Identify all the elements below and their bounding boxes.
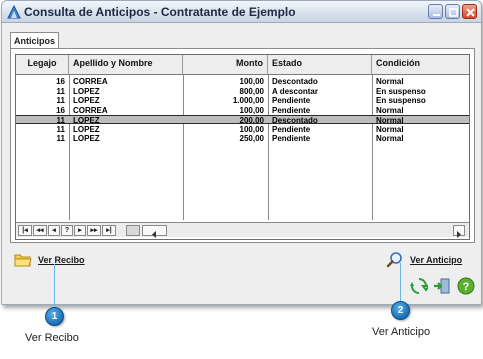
nav-next-page-button[interactable]: ▸▸ <box>87 225 101 236</box>
callout-label-2: Ver Anticipo <box>372 326 431 338</box>
action-bar: Ver Recibo Ver Anticipo <box>10 244 475 274</box>
ver-recibo-label: Ver Recibo <box>38 255 85 265</box>
scroll-right-icon <box>457 231 461 238</box>
cell-estado: A descontar <box>272 86 318 96</box>
app-icon <box>7 4 21 19</box>
table-row[interactable]: 11 LOPEZ 800,00 A descontar En suspenso <box>16 86 469 96</box>
ver-recibo-button[interactable]: Ver Recibo <box>14 250 85 270</box>
cell-monto: 800,00 <box>239 86 264 96</box>
window-title: Consulta de Anticipos - Contratante de E… <box>24 5 296 19</box>
table-row[interactable]: 16 CORREA 100,00 Pendiente Normal <box>16 105 469 115</box>
cell-apellido: LOPEZ <box>73 86 100 96</box>
cell-legajo: 16 <box>56 105 65 115</box>
cell-legajo: 11 <box>56 124 65 134</box>
callout-badge-1: 1 <box>45 307 64 326</box>
scroll-left-icon <box>152 231 156 238</box>
refresh-icon[interactable] <box>410 277 428 295</box>
ver-anticipo-label: Ver Anticipo <box>410 255 463 265</box>
column-header-apellido[interactable]: Apellido y Nombre <box>69 55 183 75</box>
callout-line-1 <box>54 264 55 309</box>
scroll-right-button[interactable] <box>453 225 465 238</box>
nav-first-button[interactable]: |◂ <box>18 225 32 236</box>
cell-apellido: CORREA <box>73 105 108 115</box>
cell-legajo: 11 <box>56 134 65 143</box>
tab-anticipos[interactable]: Anticipos <box>10 32 59 49</box>
cell-estado: Pendiente <box>272 96 311 105</box>
maximize-icon <box>449 8 458 17</box>
cell-monto: 1.000,00 <box>232 96 264 105</box>
scrollbar-thumb[interactable] <box>126 225 140 236</box>
table-row[interactable]: 11 LOPEZ 200,00 Descontado Normal <box>16 115 469 125</box>
column-header-estado[interactable]: Estado <box>268 55 372 75</box>
table-row[interactable]: 16 CORREA 100,00 Descontado Normal <box>16 77 469 86</box>
callout-line-2 <box>400 263 401 301</box>
cell-legajo: 11 <box>56 86 65 96</box>
table-row[interactable]: 11 LOPEZ 250,00 Pendiente Normal <box>16 134 469 143</box>
minimize-button[interactable] <box>428 4 443 19</box>
ver-anticipo-button[interactable]: Ver Anticipo <box>386 250 462 270</box>
record-navigator: |◂ ◂◂ ◂ ? ▸ ▸▸ ▸| <box>16 222 469 238</box>
cell-condicion: Normal <box>376 105 404 115</box>
cell-estado: Pendiente <box>272 105 311 115</box>
cell-apellido: LOPEZ <box>73 96 100 105</box>
cell-condicion: En suspenso <box>376 96 426 105</box>
nav-next-button[interactable]: ▸ <box>74 225 86 236</box>
callout-badge-2: 2 <box>391 301 410 320</box>
cell-condicion: Normal <box>376 124 404 134</box>
cell-condicion: Normal <box>376 77 404 86</box>
anticipos-grid: Legajo Apellido y Nombre Monto Estado Co… <box>15 54 470 240</box>
main-window: Consulta de Anticipos - Contratante de E… <box>1 0 482 305</box>
cell-condicion: Normal <box>376 134 404 143</box>
close-icon <box>466 8 475 17</box>
cell-condicion: En suspenso <box>376 86 426 96</box>
table-row[interactable]: 11 LOPEZ 1.000,00 Pendiente En suspenso <box>16 96 469 105</box>
close-button[interactable] <box>462 4 477 19</box>
callout-label-1: Ver Recibo <box>25 332 79 344</box>
maximize-button[interactable] <box>445 4 460 19</box>
scroll-left-button[interactable] <box>142 225 167 238</box>
magnifier-icon <box>386 252 402 268</box>
column-header-legajo[interactable]: Legajo <box>16 55 69 75</box>
cell-apellido: LOPEZ <box>73 124 100 134</box>
column-header-monto[interactable]: Monto <box>183 55 268 75</box>
cell-apellido: LOPEZ <box>73 134 100 143</box>
cell-monto: 100,00 <box>239 124 264 134</box>
table-row[interactable]: 11 LOPEZ 100,00 Pendiente Normal <box>16 124 469 134</box>
cell-monto: 100,00 <box>239 77 264 86</box>
nav-last-button[interactable]: ▸| <box>102 225 116 236</box>
nav-prev-page-button[interactable]: ◂◂ <box>33 225 47 236</box>
cell-monto: 250,00 <box>239 134 264 143</box>
cell-legajo: 16 <box>56 77 65 86</box>
minimize-icon <box>433 14 440 16</box>
cell-legajo: 11 <box>56 96 65 105</box>
tab-panel: Legajo Apellido y Nombre Monto Estado Co… <box>10 48 475 243</box>
cell-monto: 100,00 <box>239 105 264 115</box>
svg-text:?: ? <box>463 281 470 293</box>
cell-estado: Descontado <box>272 77 318 86</box>
exit-icon[interactable] <box>433 277 451 295</box>
folder-icon <box>14 254 32 267</box>
column-header-condicion[interactable]: Condición <box>372 55 469 75</box>
cell-estado: Pendiente <box>272 134 311 143</box>
cell-apellido: CORREA <box>73 77 108 86</box>
nav-help-button[interactable]: ? <box>61 225 73 236</box>
help-icon[interactable]: ? <box>457 277 475 295</box>
title-bar: Consulta de Anticipos - Contratante de E… <box>2 1 481 23</box>
nav-prev-button[interactable]: ◂ <box>48 225 60 236</box>
cell-estado: Pendiente <box>272 124 311 134</box>
